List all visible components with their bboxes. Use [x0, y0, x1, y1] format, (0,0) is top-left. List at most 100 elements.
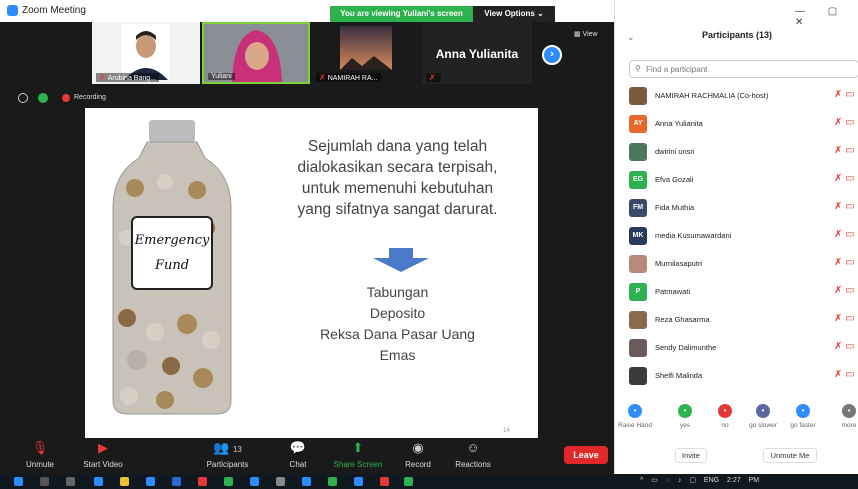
app-icon[interactable]	[354, 477, 363, 486]
reaction-label: go slower	[749, 422, 777, 429]
app-icon[interactable]	[198, 477, 207, 486]
muted-mic-icon[interactable]: ✗ ▭	[834, 173, 855, 184]
participant-row[interactable]: P Patmawati ✗ ▭	[615, 278, 858, 306]
start-video-button[interactable]: ▶ Start Video	[78, 440, 128, 469]
share-screen-button[interactable]: ⬆ Share Screen	[330, 440, 386, 469]
reaction-button[interactable]: • no	[705, 404, 745, 429]
muted-mic-icon[interactable]: ✗ ▭	[834, 229, 855, 240]
unmute-button[interactable]: 🎙 Unmute	[20, 440, 60, 469]
participants-count: 13	[232, 445, 242, 454]
nonverbal-reactions: • Raise Hand • yes • no • go slower • go faster • m…	[615, 404, 858, 434]
chevron-down-icon[interactable]: ⌄	[627, 32, 635, 43]
reaction-icon: •	[628, 404, 642, 418]
app-icon[interactable]	[94, 477, 103, 486]
participant-row[interactable]: Murnilasaputri ✗ ▭	[615, 250, 858, 278]
muted-mic-icon[interactable]: ✗ ▭	[834, 117, 855, 128]
reaction-button[interactable]: • Raise Hand	[615, 404, 655, 429]
app-icon[interactable]	[302, 477, 311, 486]
view-button[interactable]: ▦ View	[574, 30, 598, 38]
chrome-icon[interactable]	[224, 477, 233, 486]
invite-button[interactable]: Invite	[675, 448, 707, 463]
participant-row[interactable]: Sendy Dalimunthe ✗ ▭	[615, 334, 858, 362]
view-options-button[interactable]: View Options ⌄	[473, 6, 555, 22]
word-icon[interactable]	[172, 477, 181, 486]
participant-row[interactable]: NAMIRAH RACHMALIA (Co-host) ✗ ▭	[615, 82, 858, 110]
chevron-right-icon[interactable]: ›	[542, 45, 562, 65]
reaction-button[interactable]: • more	[829, 404, 858, 429]
participant-row[interactable]: MK media Kusumawardani ✗ ▭	[615, 222, 858, 250]
video-tile-active[interactable]: Yuliani	[202, 22, 310, 84]
language-indicator[interactable]: ENG	[704, 477, 719, 484]
zoom-icon[interactable]	[250, 477, 259, 486]
task-view-icon[interactable]	[66, 477, 75, 486]
muted-mic-icon[interactable]: ✗ ▭	[834, 369, 855, 380]
muted-mic-icon[interactable]: ✗ ▭	[834, 285, 855, 296]
tray-icons[interactable]: ^ ▭ ◌ ♪ ▢	[640, 477, 696, 484]
tile-name-large: Anna Yulianita	[435, 47, 519, 61]
shield-icon[interactable]	[38, 93, 48, 103]
video-tile[interactable]: ✗ Arubina Bang...	[92, 22, 200, 84]
chat-icon: 💬	[289, 440, 307, 455]
participant-name: NAMIRAH RACHMALIA (Co-host)	[655, 91, 769, 100]
meeting-window: Zoom Meeting You are viewing Yuliani's s…	[0, 0, 614, 474]
participant-list: NAMIRAH RACHMALIA (Co-host) ✗ ▭ AY Anna Yul…	[615, 82, 858, 390]
record-button[interactable]: ◉ Record	[400, 440, 436, 469]
search-input[interactable]: ⚲ Find a participant	[629, 60, 858, 78]
app-icon[interactable]	[328, 477, 337, 486]
muted-mic-icon[interactable]: ✗ ▭	[834, 145, 855, 156]
down-arrow-icon	[373, 248, 429, 272]
participant-row[interactable]: EG Efva Gozali ✗ ▭	[615, 166, 858, 194]
muted-mic-icon[interactable]: ✗ ▭	[834, 89, 855, 100]
app-icon[interactable]	[146, 477, 155, 486]
participant-row[interactable]: AY Anna Yulianita ✗ ▭	[615, 110, 858, 138]
search-icon[interactable]	[40, 477, 49, 486]
slide-list: Tabungan Deposito Reksa Dana Pasar Uang …	[285, 282, 510, 366]
app-icon[interactable]	[276, 477, 285, 486]
participants-icon: 👥 13	[213, 440, 242, 455]
muted-mic-icon[interactable]: ✗ ▭	[834, 257, 855, 268]
info-icon[interactable]	[18, 93, 28, 103]
recording-icon	[62, 94, 70, 102]
reactions-button[interactable]: ☺ Reactions	[450, 440, 496, 469]
unmute-me-button[interactable]: Unmute Me	[763, 448, 817, 463]
muted-mic-icon[interactable]: ✗ ▭	[834, 201, 855, 212]
window-controls[interactable]: — ▢ ✕	[795, 6, 858, 28]
muted-mic-icon[interactable]: ✗ ▭	[834, 313, 855, 324]
participants-panel: — ▢ ✕ ⌄ Participants (13) ⚲ Find a parti…	[614, 0, 858, 474]
slide-page-number: 14	[503, 428, 510, 434]
reaction-button[interactable]: • go slower	[743, 404, 783, 429]
zoom-logo-icon	[7, 5, 18, 16]
leave-button[interactable]: Leave	[564, 446, 608, 464]
reaction-icon: •	[718, 404, 732, 418]
video-tile[interactable]: Anna Yulianita ✗	[422, 22, 532, 84]
avatar: FM	[629, 199, 647, 217]
folder-icon[interactable]	[120, 477, 129, 486]
start-icon[interactable]	[14, 477, 23, 486]
text-line: dialokasikan secara terpisah,	[297, 159, 498, 176]
text-line: Sejumlah dana yang telah	[307, 138, 488, 155]
recording-label: Recording	[74, 94, 106, 101]
avatar	[629, 367, 647, 385]
app-icon[interactable]	[380, 477, 389, 486]
reaction-button[interactable]: • go faster	[783, 404, 823, 429]
participant-row[interactable]: dwirini unsri ✗ ▭	[615, 138, 858, 166]
participant-row[interactable]: Shelfi Malinda ✗ ▭	[615, 362, 858, 390]
avatar: AY	[629, 115, 647, 133]
reaction-button[interactable]: • yes	[665, 404, 705, 429]
video-tile[interactable]: ✗ NAMIRAH RA...	[312, 22, 420, 84]
participants-button[interactable]: 👥 13 Participants	[200, 440, 255, 469]
muted-mic-icon: ✗	[319, 73, 326, 82]
chat-button[interactable]: 💬 Chat	[282, 440, 314, 469]
reaction-label: no	[721, 422, 729, 429]
clock[interactable]: 2:27 PM	[727, 477, 759, 484]
app-icon[interactable]	[404, 477, 413, 486]
text-line: untuk memenuhi kebutuhan	[301, 180, 494, 197]
avatar: P	[629, 283, 647, 301]
muted-mic-icon: ✗	[426, 73, 441, 82]
meeting-toolbar: 🎙 Unmute ▶ Start Video 👥 13 Participants 💬 C…	[0, 438, 614, 474]
status-bar: Recording	[0, 90, 614, 106]
participant-row[interactable]: FM Fida Muthia ✗ ▭	[615, 194, 858, 222]
participant-row[interactable]: Reza Ghasarma ✗ ▭	[615, 306, 858, 334]
panel-title: Participants (13)	[701, 30, 773, 40]
muted-mic-icon[interactable]: ✗ ▭	[834, 341, 855, 352]
